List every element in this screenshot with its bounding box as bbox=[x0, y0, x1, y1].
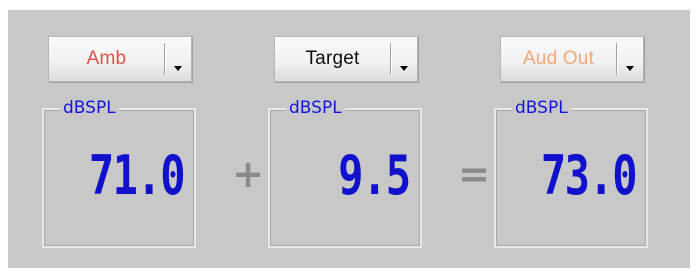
aud-out-unit-label: dBSPL bbox=[512, 98, 571, 118]
target-dropdown-label: Target bbox=[305, 48, 360, 69]
target-readout: dBSPL 9.5 bbox=[268, 98, 422, 248]
amb-readout: dBSPL 71.0 bbox=[42, 98, 196, 248]
aud-out-value: 73.0 bbox=[540, 144, 638, 207]
amb-value: 71.0 bbox=[88, 144, 186, 207]
aud-out-dropdown-label: Aud Out bbox=[522, 48, 595, 69]
chevron-down-icon[interactable] bbox=[391, 37, 417, 81]
aud-out-dropdown[interactable]: Aud Out bbox=[500, 36, 644, 82]
amb-unit: Amb dBSPL 71.0 bbox=[42, 36, 198, 248]
amb-unit-label: dBSPL bbox=[60, 98, 119, 118]
target-unit-label: dBSPL bbox=[286, 98, 345, 118]
aud-out-unit: Aud Out dBSPL 73.0 bbox=[494, 36, 650, 248]
calculator-panel: Amb dBSPL 71.0 + Target dBSPL 9.5 = Aud … bbox=[8, 10, 690, 268]
aud-out-readout: dBSPL 73.0 bbox=[494, 98, 648, 248]
chevron-down-icon[interactable] bbox=[617, 37, 643, 81]
amb-dropdown-label: Amb bbox=[86, 48, 127, 69]
chevron-down-icon[interactable] bbox=[165, 37, 191, 81]
equals-operator: = bbox=[458, 152, 490, 196]
target-dropdown[interactable]: Target bbox=[274, 36, 418, 82]
plus-operator: + bbox=[232, 152, 264, 196]
amb-dropdown[interactable]: Amb bbox=[48, 36, 192, 82]
target-unit: Target dBSPL 9.5 bbox=[268, 36, 424, 248]
target-value: 9.5 bbox=[338, 144, 412, 207]
